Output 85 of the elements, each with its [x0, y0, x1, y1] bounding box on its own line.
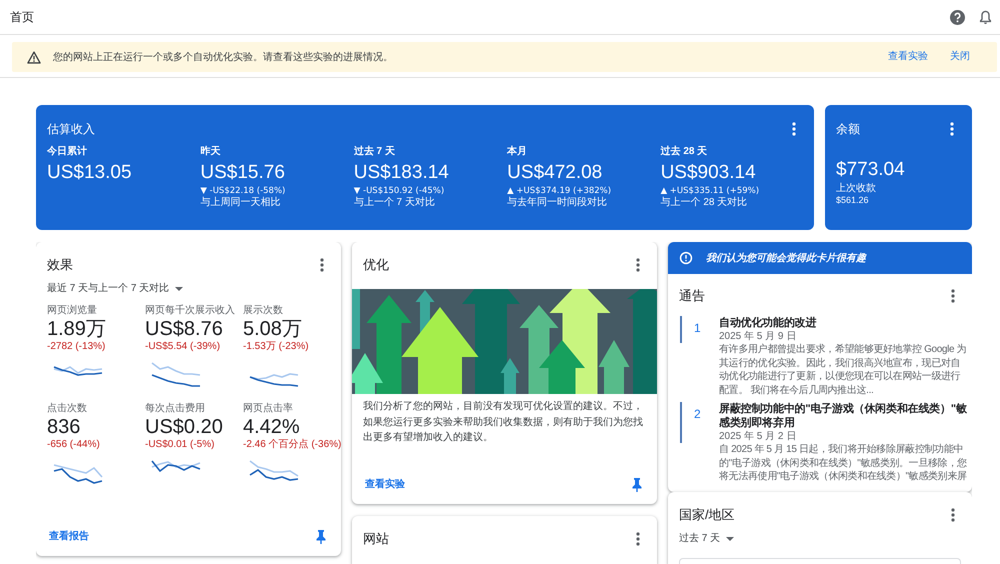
metric-label: 本月: [507, 145, 528, 158]
metric-value: US$13.05: [47, 162, 132, 184]
card-title: 国家/地区: [679, 506, 735, 524]
metric-change: -1.53万 (-23%): [243, 341, 309, 353]
caret-icon: [175, 287, 184, 291]
announcement-text: 自 2025 年 5 月 15 日起，我们将开始移除屏蔽控制功能中的"电子游戏（休闲类和在线类）"敏感类别。一旦移除，您将无法再使用"电子游戏（休闲类和在线类）"敏感类别来屏: [719, 443, 968, 484]
optimization-description: 我们分析了您的网站，目前没有发现可优化设置的建议。不过，如果您运行更多实验来帮助我们收集数据，则有助于我们为您找出更多有望增加收入的建议。: [363, 400, 644, 445]
metric-label: 每次点击费用: [145, 402, 205, 415]
alert-badge-icon: [679, 251, 693, 265]
metric-value: 4.42%: [243, 415, 300, 438]
sparkline-drawing: [151, 362, 201, 387]
announcement-date: 2025 年 5 月 9 日: [719, 330, 798, 343]
metric-label: 网页每千次展示收入: [145, 304, 235, 317]
metric-change: ▲ +US$374.19 (+382%): [507, 186, 612, 196]
pin-icon[interactable]: [316, 530, 326, 544]
metric-value: US$15.76: [200, 162, 285, 184]
banner-action-link[interactable]: 查看实验: [888, 51, 928, 63]
metric-value: 5.08万: [243, 317, 302, 341]
more-icon[interactable]: [636, 532, 640, 546]
sparkline-drawing: [53, 464, 103, 484]
metric-value: US$472.08: [507, 162, 602, 184]
sparkline-drawing: [53, 366, 103, 376]
metric-label: 展示次数: [243, 304, 283, 317]
banner-message: 您的网站上正在运行一个或多个自动优化实验。请查看这些实验的进展情况。: [53, 50, 394, 64]
card-title: 优化: [363, 256, 389, 274]
last-payment-label: 上次收款: [836, 183, 876, 195]
card-title: 通告: [679, 287, 705, 305]
more-icon[interactable]: [320, 258, 324, 272]
period-dropdown[interactable]: 过去 7 天: [679, 532, 734, 546]
announcement-date: 2025 年 5 月 2 日: [719, 430, 798, 443]
more-icon[interactable]: [951, 289, 955, 303]
card-title: 估算收入: [47, 120, 95, 138]
metric-value: US$903.14: [660, 162, 756, 184]
metric-label: 过去 7 天: [354, 145, 395, 158]
more-icon[interactable]: [636, 258, 640, 272]
period-dropdown[interactable]: 最近 7 天与上一个 7 天对比: [47, 282, 184, 296]
warning-icon: [27, 50, 41, 64]
announcement-title[interactable]: 屏蔽控制功能中的"电子游戏（休闲类和在线类）"敏感类别即将弃用: [719, 402, 968, 430]
view-experiments-link[interactable]: 查看实验: [365, 479, 405, 491]
sparkline-drawing: [249, 373, 299, 387]
card-title: 网站: [363, 530, 389, 548]
metric-label: 网页点击率: [243, 402, 293, 415]
metric-change: -2782 (-13%): [47, 341, 106, 353]
sparkline-drawing: [151, 460, 201, 472]
comparison-note: 与上一个 28 天对比: [660, 197, 748, 209]
metric-value: US$8.76: [145, 317, 223, 341]
metric-value: US$0.20: [145, 415, 223, 439]
metric-label: 点击次数: [47, 402, 87, 415]
metric-change: ▼ -US$150.92 (-45%): [354, 186, 444, 196]
more-icon[interactable]: [950, 122, 954, 136]
page-title: 首页: [10, 8, 34, 26]
help-icon[interactable]: [950, 10, 965, 24]
suggestion-text: 我们认为您可能会觉得此卡片很有趣: [706, 252, 866, 265]
card-title: 效果: [47, 256, 73, 274]
banner-action-link[interactable]: 关闭: [950, 51, 970, 63]
balance-value: $773.04: [836, 159, 905, 181]
metric-label: 网页浏览量: [47, 304, 97, 317]
metric-change: -2.46 个百分点 (-36%): [243, 439, 341, 451]
metric-label: 过去 28 天: [660, 145, 708, 158]
metric-value: 836: [47, 415, 80, 439]
caret-icon: [726, 536, 734, 540]
metric-change: -US$0.01 (-5%): [145, 439, 214, 451]
more-icon[interactable]: [951, 508, 955, 522]
announcement-number: 2: [680, 402, 719, 443]
comparison-note: 与上周同一天相比: [200, 197, 280, 209]
metric-change: ▲ +US$335.11 (+59%): [660, 186, 760, 196]
comparison-note: 与去年同一时间段对比: [507, 197, 608, 209]
metric-change: -US$5.54 (-39%): [145, 341, 220, 353]
metric-change: ▼ -US$22.18 (-58%): [200, 186, 286, 196]
card-title: 余额: [836, 120, 860, 138]
announcement-number: 1: [680, 316, 719, 343]
comparison-note: 与上一个 7 天对比: [354, 197, 435, 209]
metric-label: 昨天: [200, 145, 220, 158]
metric-value: US$183.14: [354, 162, 449, 184]
pin-icon[interactable]: [632, 478, 642, 492]
announcement-title[interactable]: 自动优化功能的改进: [719, 316, 968, 330]
metric-value: 1.89万: [47, 317, 106, 341]
view-report-link[interactable]: 查看报告: [49, 531, 89, 543]
sparkline-drawing: [249, 460, 299, 481]
last-payment-amount: $561.26: [836, 195, 869, 206]
more-icon[interactable]: [792, 122, 796, 136]
metric-change: -656 (-44%): [47, 439, 100, 451]
notifications-bell-icon[interactable]: [979, 10, 992, 24]
metric-label: 今日累计: [47, 145, 87, 158]
announcement-text: 有许多用户都曾提出要求，希望能够更好地掌控 Google 为其运行的优化实验。因此，我们很高兴地宣布，现已对自动优化功能进行了更新，以便您现在可以在网站一级进行配置。 我们将在今后几周内推出这...: [719, 343, 968, 397]
